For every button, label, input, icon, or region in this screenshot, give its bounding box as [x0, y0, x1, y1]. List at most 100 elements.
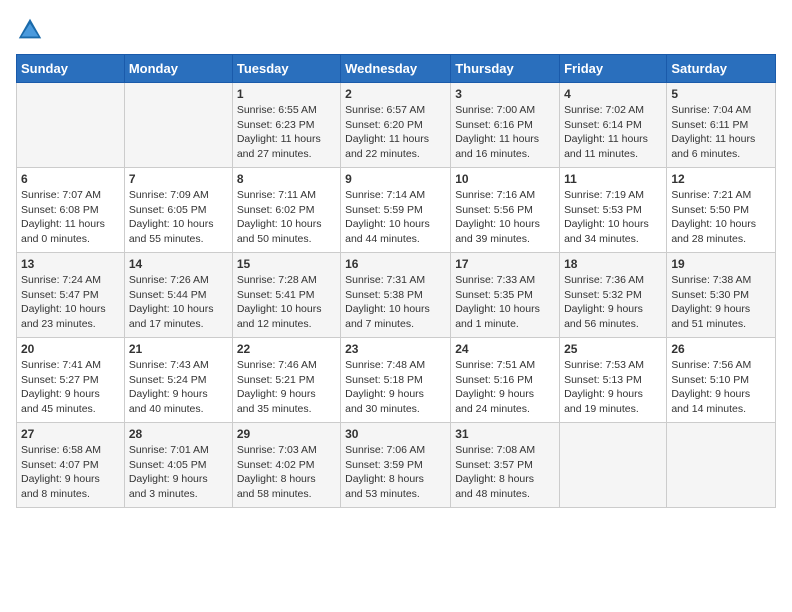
day-number: 25: [564, 342, 662, 356]
calendar-cell: 11 Sunrise: 7:19 AM Sunset: 5:53 PM Dayli…: [560, 168, 667, 253]
calendar-cell: 22 Sunrise: 7:46 AM Sunset: 5:21 PM Dayli…: [232, 338, 340, 423]
day-info: Sunrise: 7:38 AM Sunset: 5:30 PM Dayligh…: [671, 273, 771, 332]
calendar-cell: 14Sunrise: 7:26 AM Sunset: 5:44 PM Dayli…: [124, 253, 232, 338]
day-number: 28: [129, 427, 228, 441]
day-info: Sunrise: 7:11 AM Sunset: 6:02 PM Dayligh…: [237, 188, 336, 247]
day-number: 1: [237, 87, 336, 101]
calendar-cell: 20Sunrise: 7:41 AM Sunset: 5:27 PM Dayli…: [17, 338, 125, 423]
calendar-cell: 9 Sunrise: 7:14 AM Sunset: 5:59 PM Daylig…: [341, 168, 451, 253]
day-info: Sunrise: 6:55 AM Sunset: 6:23 PM Dayligh…: [237, 103, 336, 162]
calendar-cell: 26 Sunrise: 7:56 AM Sunset: 5:10 PM Dayli…: [667, 338, 776, 423]
day-number: 16: [345, 257, 446, 271]
day-info: Sunrise: 7:08 AM Sunset: 3:57 PM Dayligh…: [455, 443, 555, 502]
day-number: 12: [671, 172, 771, 186]
calendar-cell: 25 Sunrise: 7:53 AM Sunset: 5:13 PM Dayli…: [560, 338, 667, 423]
day-number: 31: [455, 427, 555, 441]
day-number: 15: [237, 257, 336, 271]
calendar-cell: 15 Sunrise: 7:28 AM Sunset: 5:41 PM Dayli…: [232, 253, 340, 338]
calendar-cell: [560, 423, 667, 508]
weekday-header-friday: Friday: [560, 55, 667, 83]
calendar-cell: [667, 423, 776, 508]
weekday-header-row: SundayMondayTuesdayWednesdayThursdayFrid…: [17, 55, 776, 83]
logo: [16, 16, 48, 44]
calendar-cell: 1 Sunrise: 6:55 AM Sunset: 6:23 PM Daylig…: [232, 83, 340, 168]
calendar-cell: 28 Sunrise: 7:01 AM Sunset: 4:05 PM Dayli…: [124, 423, 232, 508]
calendar-cell: 21 Sunrise: 7:43 AM Sunset: 5:24 PM Dayli…: [124, 338, 232, 423]
calendar-cell: 13 Sunrise: 7:24 AM Sunset: 5:47 PM Dayli…: [17, 253, 125, 338]
day-number: 13: [21, 257, 120, 271]
weekday-header-saturday: Saturday: [667, 55, 776, 83]
day-number: 6: [21, 172, 120, 186]
day-info: Sunrise: 7:31 AM Sunset: 5:38 PM Dayligh…: [345, 273, 446, 332]
weekday-header-monday: Monday: [124, 55, 232, 83]
calendar-week-row: 20Sunrise: 7:41 AM Sunset: 5:27 PM Dayli…: [17, 338, 776, 423]
day-info: Sunrise: 7:51 AM Sunset: 5:16 PM Dayligh…: [455, 358, 555, 417]
day-info: Sunrise: 7:43 AM Sunset: 5:24 PM Dayligh…: [129, 358, 228, 417]
calendar-cell: 23Sunrise: 7:48 AM Sunset: 5:18 PM Dayli…: [341, 338, 451, 423]
day-number: 9: [345, 172, 446, 186]
day-info: Sunrise: 6:57 AM Sunset: 6:20 PM Dayligh…: [345, 103, 446, 162]
day-number: 3: [455, 87, 555, 101]
day-info: Sunrise: 7:21 AM Sunset: 5:50 PM Dayligh…: [671, 188, 771, 247]
calendar-week-row: 6 Sunrise: 7:07 AM Sunset: 6:08 PM Daylig…: [17, 168, 776, 253]
calendar-cell: 8Sunrise: 7:11 AM Sunset: 6:02 PM Daylig…: [232, 168, 340, 253]
calendar-cell: [17, 83, 125, 168]
day-number: 7: [129, 172, 228, 186]
day-info: Sunrise: 7:06 AM Sunset: 3:59 PM Dayligh…: [345, 443, 446, 502]
day-number: 23: [345, 342, 446, 356]
calendar-week-row: 1 Sunrise: 6:55 AM Sunset: 6:23 PM Daylig…: [17, 83, 776, 168]
calendar-week-row: 27 Sunrise: 6:58 AM Sunset: 4:07 PM Dayli…: [17, 423, 776, 508]
calendar-cell: 16 Sunrise: 7:31 AM Sunset: 5:38 PM Dayli…: [341, 253, 451, 338]
calendar-cell: 10 Sunrise: 7:16 AM Sunset: 5:56 PM Dayli…: [451, 168, 560, 253]
day-number: 17: [455, 257, 555, 271]
day-info: Sunrise: 7:01 AM Sunset: 4:05 PM Dayligh…: [129, 443, 228, 502]
day-number: 30: [345, 427, 446, 441]
calendar-cell: 4Sunrise: 7:02 AM Sunset: 6:14 PM Daylig…: [560, 83, 667, 168]
day-info: Sunrise: 7:07 AM Sunset: 6:08 PM Dayligh…: [21, 188, 120, 247]
day-info: Sunrise: 7:14 AM Sunset: 5:59 PM Dayligh…: [345, 188, 446, 247]
calendar-cell: 24Sunrise: 7:51 AM Sunset: 5:16 PM Dayli…: [451, 338, 560, 423]
weekday-header-tuesday: Tuesday: [232, 55, 340, 83]
logo-icon: [16, 16, 44, 44]
day-info: Sunrise: 7:46 AM Sunset: 5:21 PM Dayligh…: [237, 358, 336, 417]
day-info: Sunrise: 7:53 AM Sunset: 5:13 PM Dayligh…: [564, 358, 662, 417]
calendar-cell: [124, 83, 232, 168]
day-info: Sunrise: 7:28 AM Sunset: 5:41 PM Dayligh…: [237, 273, 336, 332]
calendar-cell: 6 Sunrise: 7:07 AM Sunset: 6:08 PM Daylig…: [17, 168, 125, 253]
calendar-cell: 5Sunrise: 7:04 AM Sunset: 6:11 PM Daylig…: [667, 83, 776, 168]
day-info: Sunrise: 7:33 AM Sunset: 5:35 PM Dayligh…: [455, 273, 555, 332]
day-number: 22: [237, 342, 336, 356]
calendar-cell: 27 Sunrise: 6:58 AM Sunset: 4:07 PM Dayli…: [17, 423, 125, 508]
calendar-table: SundayMondayTuesdayWednesdayThursdayFrid…: [16, 54, 776, 508]
calendar-cell: 3 Sunrise: 7:00 AM Sunset: 6:16 PM Daylig…: [451, 83, 560, 168]
calendar-cell: 19 Sunrise: 7:38 AM Sunset: 5:30 PM Dayli…: [667, 253, 776, 338]
calendar-cell: 2 Sunrise: 6:57 AM Sunset: 6:20 PM Daylig…: [341, 83, 451, 168]
day-number: 11: [564, 172, 662, 186]
weekday-header-sunday: Sunday: [17, 55, 125, 83]
day-number: 19: [671, 257, 771, 271]
calendar-cell: 12 Sunrise: 7:21 AM Sunset: 5:50 PM Dayli…: [667, 168, 776, 253]
day-info: Sunrise: 7:19 AM Sunset: 5:53 PM Dayligh…: [564, 188, 662, 247]
day-number: 4: [564, 87, 662, 101]
day-info: Sunrise: 7:00 AM Sunset: 6:16 PM Dayligh…: [455, 103, 555, 162]
day-info: Sunrise: 7:16 AM Sunset: 5:56 PM Dayligh…: [455, 188, 555, 247]
day-info: Sunrise: 7:03 AM Sunset: 4:02 PM Dayligh…: [237, 443, 336, 502]
calendar-week-row: 13 Sunrise: 7:24 AM Sunset: 5:47 PM Dayli…: [17, 253, 776, 338]
day-info: Sunrise: 7:41 AM Sunset: 5:27 PM Dayligh…: [21, 358, 120, 417]
day-number: 2: [345, 87, 446, 101]
day-number: 10: [455, 172, 555, 186]
calendar-cell: 31 Sunrise: 7:08 AM Sunset: 3:57 PM Dayli…: [451, 423, 560, 508]
day-info: Sunrise: 6:58 AM Sunset: 4:07 PM Dayligh…: [21, 443, 120, 502]
day-info: Sunrise: 7:09 AM Sunset: 6:05 PM Dayligh…: [129, 188, 228, 247]
day-number: 26: [671, 342, 771, 356]
day-number: 27: [21, 427, 120, 441]
day-info: Sunrise: 7:36 AM Sunset: 5:32 PM Dayligh…: [564, 273, 662, 332]
calendar-cell: 7 Sunrise: 7:09 AM Sunset: 6:05 PM Daylig…: [124, 168, 232, 253]
day-info: Sunrise: 7:56 AM Sunset: 5:10 PM Dayligh…: [671, 358, 771, 417]
day-info: Sunrise: 7:24 AM Sunset: 5:47 PM Dayligh…: [21, 273, 120, 332]
page-header: [16, 16, 776, 44]
day-number: 21: [129, 342, 228, 356]
day-number: 5: [671, 87, 771, 101]
calendar-cell: 17 Sunrise: 7:33 AM Sunset: 5:35 PM Dayli…: [451, 253, 560, 338]
weekday-header-wednesday: Wednesday: [341, 55, 451, 83]
